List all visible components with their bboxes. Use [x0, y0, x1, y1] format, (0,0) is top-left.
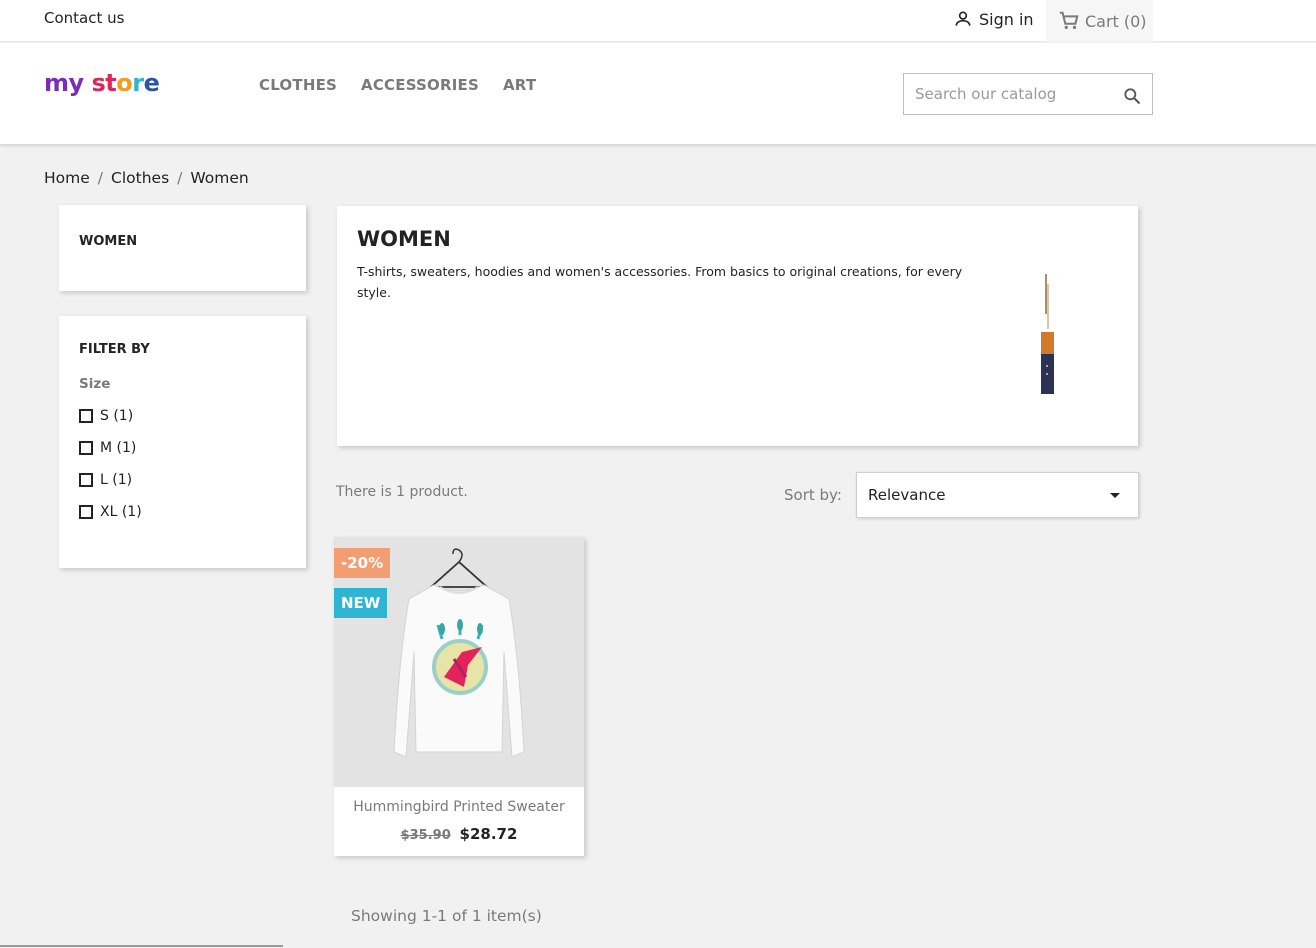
user-icon [955, 11, 971, 26]
nav-accessories[interactable]: ACCESSORIES [361, 76, 479, 94]
sort-select[interactable]: Relevance [856, 472, 1139, 518]
cart-label: Cart [1085, 11, 1119, 31]
breadcrumb-clothes[interactable]: Clothes [111, 169, 169, 187]
sign-in-label: Sign in [979, 9, 1034, 29]
checkbox[interactable] [79, 441, 93, 455]
product-count: There is 1 product. [336, 484, 468, 500]
filter-title: FILTER BY [79, 342, 150, 357]
checkbox[interactable] [79, 473, 93, 487]
contact-us-link[interactable]: Contact us [44, 9, 124, 27]
horizontal-scrollbar[interactable] [0, 945, 283, 947]
filter-option-s[interactable]: S (1) [79, 408, 133, 424]
category-description: T-shirts, sweaters, hoodies and women's … [357, 264, 963, 300]
breadcrumb-women[interactable]: Women [190, 169, 248, 187]
breadcrumb-separator: / [177, 169, 183, 187]
chevron-down-icon [1110, 493, 1120, 498]
checkbox[interactable] [79, 409, 93, 423]
store-logo[interactable]: my store [44, 69, 160, 97]
product-price: $35.90 $28.72 [334, 825, 584, 843]
breadcrumb-home[interactable]: Home [44, 169, 90, 187]
checkbox[interactable] [79, 505, 93, 519]
search-icon[interactable] [1122, 86, 1142, 106]
main-header: my store CLOTHES ACCESSORIES ART [0, 43, 1316, 144]
filter-block: FILTER BY Size S (1) M (1) L (1) XL (1) [59, 316, 306, 568]
breadcrumb-separator: / [97, 169, 104, 187]
nav-art[interactable]: ART [503, 76, 536, 94]
product-card[interactable]: -20% NEW Hummingbird Printed Sweater $35… [334, 537, 584, 856]
sort-label: Sort by: [784, 486, 842, 504]
nav-clothes[interactable]: CLOTHES [259, 76, 337, 94]
cart-count: (0) [1123, 11, 1147, 31]
category-tree-block: WOMEN [59, 205, 306, 291]
new-badge: NEW [334, 588, 388, 618]
pagination-summary: Showing 1-1 of 1 item(s) [351, 907, 542, 925]
category-image [1041, 274, 1054, 394]
search-input[interactable] [904, 74, 1114, 114]
sort-value: Relevance [868, 486, 946, 504]
filter-option-l[interactable]: L (1) [79, 472, 132, 488]
category-tree-title[interactable]: WOMEN [79, 234, 137, 249]
category-title: WOMEN [357, 227, 451, 251]
filter-option-m[interactable]: M (1) [79, 440, 136, 456]
search-box [903, 73, 1153, 115]
filter-option-xl[interactable]: XL (1) [79, 504, 142, 520]
regular-price: $35.90 [400, 828, 451, 843]
category-banner: WOMEN T-shirts, sweaters, hoodies and wo… [337, 206, 1138, 446]
top-bar: Contact us Sign in Cart (0) [0, 0, 1316, 42]
product-name[interactable]: Hummingbird Printed Sweater [334, 799, 584, 815]
sale-price: $28.72 [459, 825, 518, 843]
cart-button[interactable]: Cart (0) [1046, 0, 1153, 42]
sign-in-link[interactable]: Sign in [953, 7, 1034, 31]
discount-badge: -20% [334, 548, 391, 578]
shopping-cart-icon [1059, 11, 1079, 30]
facet-size-label: Size [79, 376, 111, 392]
breadcrumb: Home / Clothes / Women [44, 169, 249, 187]
main-nav: CLOTHES ACCESSORIES ART [259, 76, 536, 94]
